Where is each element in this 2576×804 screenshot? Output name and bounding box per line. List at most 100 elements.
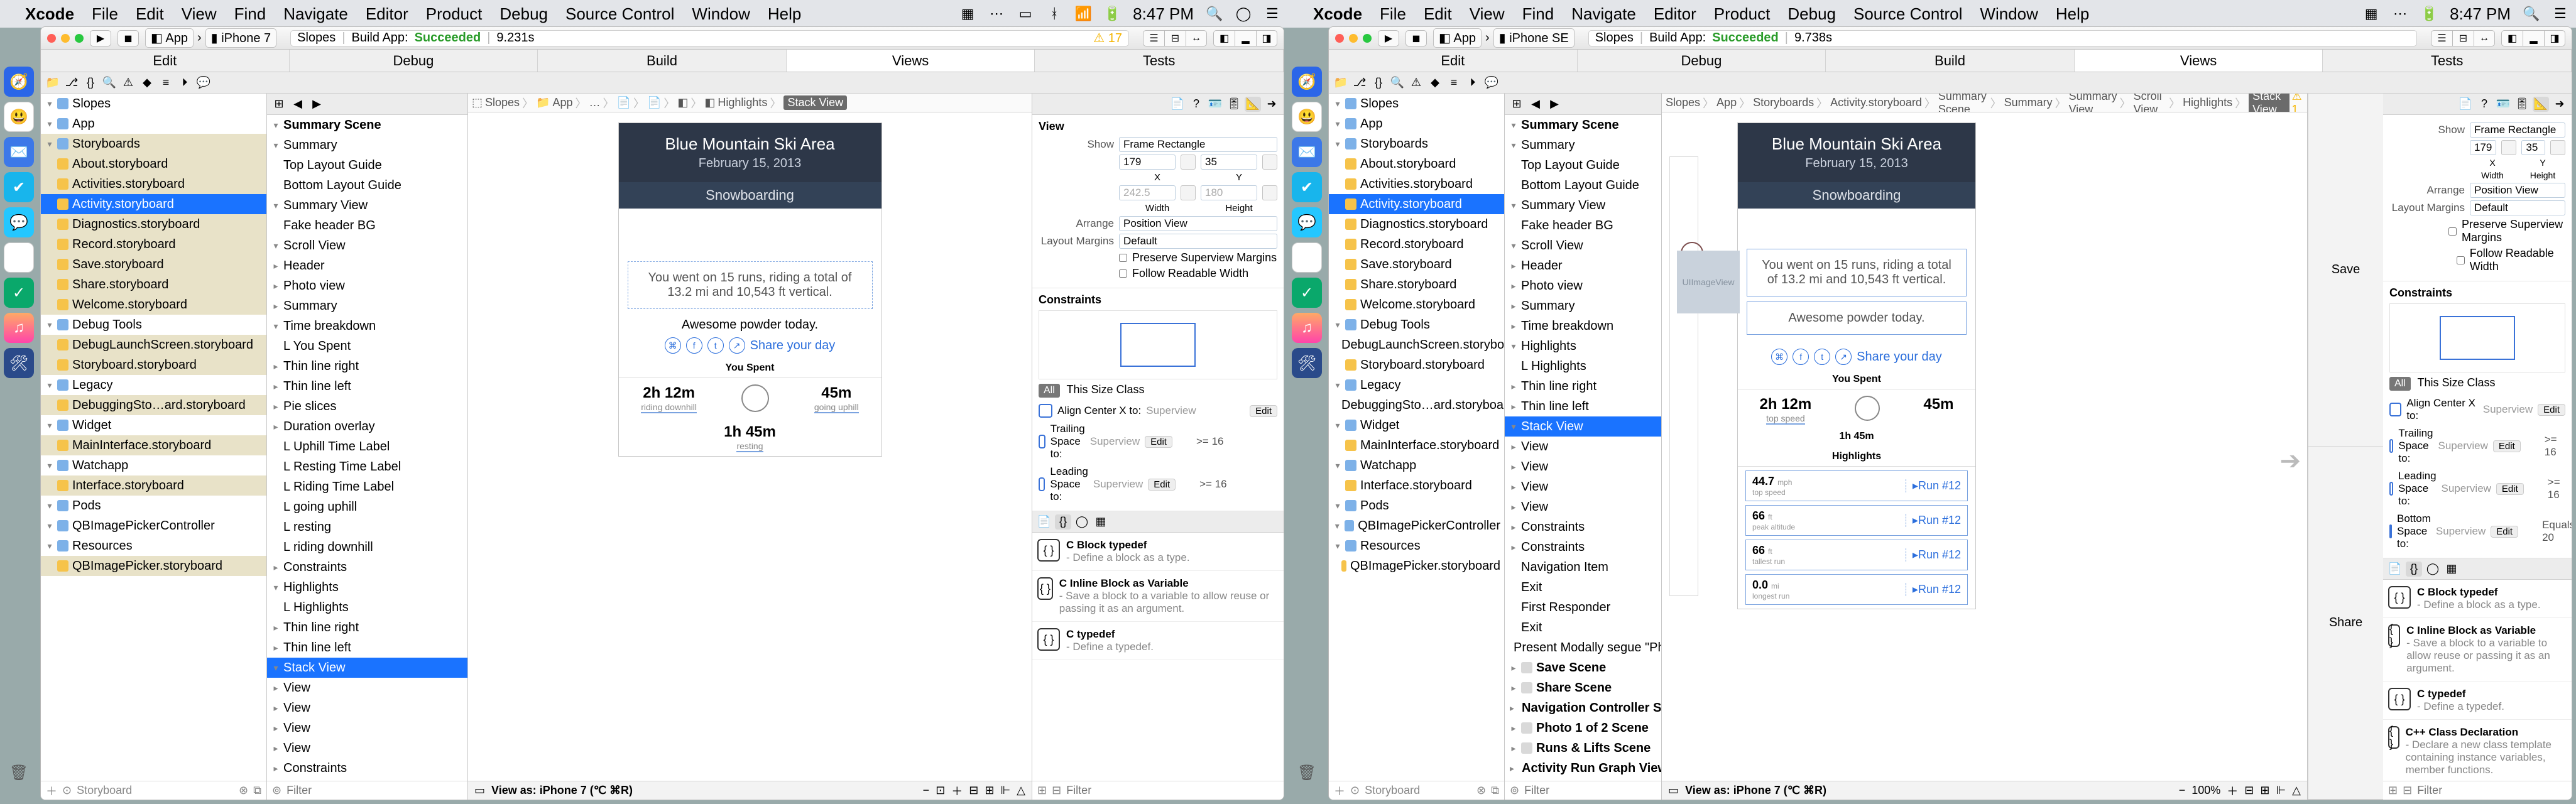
tree-row[interactable]: QBImagePicker.storyboard <box>1329 556 1504 576</box>
tree-row[interactable]: About.storyboard <box>41 154 266 174</box>
menu-file[interactable]: File <box>92 4 118 24</box>
tree-row[interactable]: DebugLaunchScreen.storyboard <box>1329 335 1504 355</box>
outline-row[interactable]: ▸View <box>267 698 467 718</box>
snippet-row[interactable]: { }C++ Class Declaration - Declare a new… <box>2383 720 2572 781</box>
tree-row[interactable]: Diagnostics.storyboard <box>1329 214 1504 234</box>
constraint-row[interactable]: Leading Space to: Superview Edit >= 16 <box>1039 463 1277 506</box>
notification-center-icon[interactable]: ☰ <box>1264 6 1280 22</box>
jump-bar[interactable]: ⬚ Slopes〉 📁 App〉 … 〉 📄〉 📄〉 ◧〉 ◧ Highligh… <box>468 94 1032 112</box>
tree-row[interactable]: ▾Debug Tools <box>41 315 266 335</box>
outline-row[interactable]: L Highlights <box>267 597 467 617</box>
outline-row[interactable]: Top Layout Guide <box>1505 155 1661 175</box>
assistant-share-button[interactable]: Share <box>2308 447 2383 800</box>
outline-row[interactable]: Navigation Item <box>1505 557 1661 577</box>
tree-row[interactable]: MainInterface.storyboard <box>1329 435 1504 455</box>
scheme-destination[interactable]: ▮ iPhone 7 <box>205 28 277 48</box>
edit-constraint-button[interactable]: Edit <box>2493 440 2521 452</box>
object-library-icon[interactable]: ◯ <box>1074 514 1090 530</box>
outline-row[interactable]: ▸Photo view <box>267 276 467 296</box>
dock-slack-icon[interactable]: S <box>4 242 34 273</box>
layout-margins-popup[interactable]: Default <box>1119 234 1277 249</box>
tree-row[interactable]: ▾Widget <box>1329 415 1504 435</box>
editor-mode-controls[interactable]: ☰⊟↔ <box>1143 30 1207 46</box>
outline-row[interactable]: Fake header BG <box>1505 215 1661 236</box>
tree-row[interactable]: ▾App <box>41 114 266 134</box>
outline-row[interactable]: ▸Pie slices <box>267 396 467 416</box>
outline-row[interactable]: ▸Summary <box>267 296 467 316</box>
jump-seg[interactable]: Summary View <box>2069 94 2117 112</box>
x-field[interactable]: 179 <box>1119 155 1176 170</box>
library-list-icon[interactable]: ⊞ <box>1037 784 1047 797</box>
panel-toggle-controls[interactable]: ◧▂◨ <box>1213 30 1277 46</box>
outline-row[interactable]: Bottom Layout Guide <box>1505 175 1661 195</box>
tab-edit[interactable]: Edit <box>41 50 290 72</box>
tree-row[interactable]: Save.storyboard <box>1329 254 1504 274</box>
outline-row[interactable]: ▸View <box>1505 437 1661 457</box>
outline-row[interactable]: ▸Constraints <box>267 557 467 577</box>
tree-row[interactable]: ▾Watchapp <box>41 455 266 475</box>
twitter-icon[interactable]: t <box>707 337 724 354</box>
outline-row[interactable]: Top Layout Guide <box>267 155 467 175</box>
tree-row[interactable]: Interface.storyboard <box>41 475 266 496</box>
y-stepper[interactable] <box>1262 155 1277 170</box>
tree-row[interactable]: Activities.storyboard <box>41 174 266 194</box>
tree-row[interactable]: Activity.storyboard <box>41 194 266 214</box>
constraint-row[interactable]: Align Center X to: Superview Edit <box>1039 401 1277 420</box>
jump-seg[interactable]: Summary Scene <box>1938 94 1988 112</box>
assistant-save-button[interactable]: Save <box>2308 94 2383 447</box>
dock-music-icon[interactable]: ♫ <box>4 313 34 343</box>
tree-row[interactable]: ▾QBImagePickerController <box>41 516 266 536</box>
menu-product[interactable]: Product <box>426 4 483 24</box>
status-bluetooth-icon[interactable]: ᚼ <box>1046 6 1062 22</box>
outline-row[interactable]: L You Spent <box>267 336 467 356</box>
outline-row[interactable]: ▾Scroll View <box>267 236 467 256</box>
device-config-toggle[interactable]: ▭ <box>474 784 485 797</box>
canvas-view-as-label[interactable]: View as: iPhone 7 (℃ ⌘R) <box>491 784 633 797</box>
jump-seg[interactable]: Scroll View <box>2134 94 2166 112</box>
tree-row[interactable]: ▾Debug Tools <box>1329 315 1504 335</box>
share-row[interactable]: ⌘ f t ↗ Share your day <box>619 332 881 359</box>
issue-navigator-icon[interactable]: ⚠︎ <box>120 75 136 90</box>
tree-row[interactable]: Record.storyboard <box>41 234 266 254</box>
dock-things-icon[interactable]: ✔︎ <box>4 172 34 202</box>
edit-constraint-button[interactable]: Edit <box>1250 405 1277 417</box>
snippet-row[interactable]: { }C typedef - Define a typedef. <box>2383 682 2572 720</box>
outline-row[interactable]: ▸Constraints <box>267 758 467 778</box>
scene-row[interactable]: ▸Activity Run Graph View Controller… <box>1505 758 1661 778</box>
symbol-navigator-icon[interactable]: {} <box>82 75 99 90</box>
tree-row[interactable]: ▾Slopes <box>41 94 266 114</box>
interface-builder-canvas[interactable]: ⬚ Slopes〉 📁 App〉 … 〉 📄〉 📄〉 ◧〉 ◧ Highligh… <box>468 94 1032 800</box>
outline-filter-input[interactable] <box>287 784 462 797</box>
tree-row[interactable]: ▾Widget <box>41 415 266 435</box>
tree-row[interactable]: DebuggingSto…ard.storyboard <box>41 395 266 415</box>
outline-row[interactable]: L resting <box>267 517 467 537</box>
scene-row[interactable]: ▸Share Scene <box>1505 678 1661 698</box>
identity-inspector-icon[interactable]: 🪪 <box>1207 97 1223 112</box>
connections-inspector-icon[interactable]: ➜ <box>1263 97 1280 112</box>
edit-constraint-button[interactable]: Edit <box>2496 483 2524 495</box>
tab-debug[interactable]: Debug <box>290 50 538 72</box>
outline-row[interactable]: ▸Header <box>267 256 467 276</box>
zoom-100-icon[interactable]: ⊡ <box>936 784 945 797</box>
edit-constraint-button[interactable]: Edit <box>1148 479 1176 491</box>
tab-tests[interactable]: Tests <box>1035 50 1284 72</box>
tree-row[interactable]: ▾Slopes <box>1329 94 1504 114</box>
tree-row[interactable]: ▾Legacy <box>41 375 266 395</box>
outline-row[interactable]: ▾Summary <box>267 135 467 155</box>
menubar-app[interactable]: Xcode <box>25 4 74 24</box>
jump-seg[interactable]: Slopes <box>1666 96 1700 109</box>
run-button[interactable]: ▶ <box>1378 30 1399 46</box>
add-icon[interactable]: ＋ <box>46 783 57 799</box>
outline-row[interactable]: ▸View <box>267 678 467 698</box>
report-navigator-icon[interactable]: 💬 <box>195 75 212 90</box>
zoom-level[interactable]: 100% <box>2191 784 2220 797</box>
menu-navigate[interactable]: Navigate <box>283 4 348 24</box>
menu-edit[interactable]: Edit <box>136 4 164 24</box>
outline-row[interactable]: ▾Scroll View <box>1505 236 1661 256</box>
outline-row[interactable]: Exit <box>1505 617 1661 638</box>
constraint-row[interactable]: Trailing Space to: Superview Edit >= 16 <box>2389 425 2565 467</box>
tree-row[interactable]: DebuggingSto…ard.storyboard <box>1329 395 1504 415</box>
snippet-row[interactable]: { }C Inline Block as Variable - Save a b… <box>2383 618 2572 682</box>
tree-row[interactable]: Welcome.storyboard <box>1329 295 1504 315</box>
outline-row[interactable]: ▸View <box>1505 497 1661 517</box>
